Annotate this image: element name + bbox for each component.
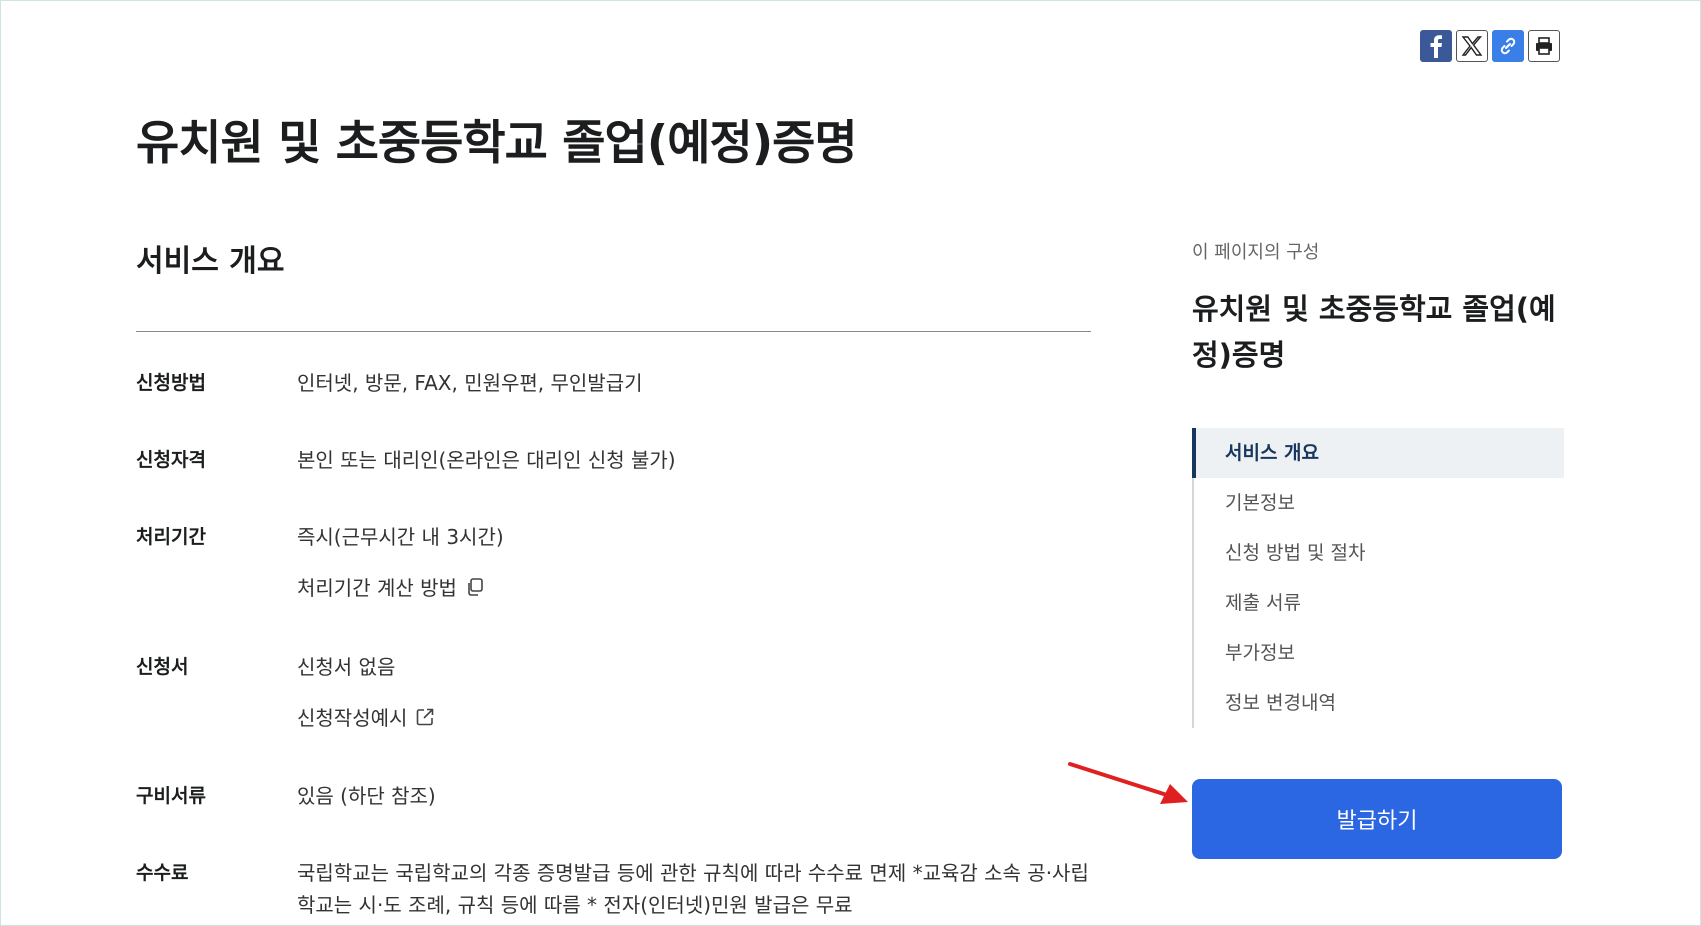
section-title-overview: 서비스 개요 xyxy=(136,244,285,279)
issue-button[interactable]: 발급하기 xyxy=(1192,779,1562,859)
link-icon xyxy=(1500,37,1516,55)
x-share-button[interactable] xyxy=(1456,30,1488,62)
row-label-fee: 수수료 xyxy=(136,862,189,884)
row-label-processing-time: 처리기간 xyxy=(136,526,206,548)
print-icon xyxy=(1536,37,1552,55)
row-value-method: 인터넷, 방문, FAX, 민원우편, 무인발급기 xyxy=(297,371,643,395)
toc-item-change-history[interactable]: 정보 변경내역 xyxy=(1194,678,1564,728)
toc-list: 서비스 개요 기본정보 신청 방법 및 절차 제출 서류 부가정보 정보 변경내… xyxy=(1192,428,1564,728)
toc-item-submission-documents[interactable]: 제출 서류 xyxy=(1194,578,1564,628)
facebook-icon xyxy=(1430,35,1442,58)
row-value-eligibility: 본인 또는 대리인(온라인은 대리인 신청 불가) xyxy=(297,448,676,472)
section-divider xyxy=(136,331,1091,332)
row-value-application-form: 신청서 없음 xyxy=(297,655,396,679)
row-value-documents: 있음 (하단 참조) xyxy=(297,784,436,808)
toc-item-service-overview[interactable]: 서비스 개요 xyxy=(1192,428,1564,478)
popup-icon xyxy=(468,577,483,596)
processing-time-calc-link-label: 처리기간 계산 방법 xyxy=(297,576,457,600)
red-arrow-annotation xyxy=(1068,762,1188,804)
row-label-eligibility: 신청자격 xyxy=(136,449,206,471)
row-value-fee-line2: 학교는 시·도 조례, 규칙 등에 따름 * 전자(인터넷)민원 발급은 무료 xyxy=(297,893,853,917)
share-bar xyxy=(1420,30,1560,62)
application-example-link-label: 신청작성예시 xyxy=(297,706,408,730)
toc-caption: 이 페이지의 구성 xyxy=(1192,242,1320,263)
row-label-method: 신청방법 xyxy=(136,372,206,394)
application-example-link[interactable]: 신청작성예시 xyxy=(297,702,435,731)
row-label-documents: 구비서류 xyxy=(136,785,206,807)
x-icon xyxy=(1461,36,1483,56)
external-link-icon xyxy=(417,708,434,725)
page-title: 유치원 및 초중등학교 졸업(예정)증명 xyxy=(136,116,858,171)
toc-item-basic-info[interactable]: 기본정보 xyxy=(1194,478,1564,528)
toc-title: 유치원 및 초중등학교 졸업(예정)증명 xyxy=(1192,292,1556,372)
row-label-application-form: 신청서 xyxy=(136,656,189,678)
processing-time-calc-link[interactable]: 처리기간 계산 방법 xyxy=(297,572,485,601)
row-value-fee-line1: 국립학교는 국립학교의 각종 증명발급 등에 관한 규칙에 따라 수수료 면제 … xyxy=(297,861,1089,885)
print-button[interactable] xyxy=(1528,30,1560,62)
copy-link-button[interactable] xyxy=(1492,30,1524,62)
facebook-share-button[interactable] xyxy=(1420,30,1452,62)
toc-item-application-procedure[interactable]: 신청 방법 및 절차 xyxy=(1194,528,1564,578)
row-value-processing-time: 즉시(근무시간 내 3시간) xyxy=(297,525,504,549)
toc-item-additional-info[interactable]: 부가정보 xyxy=(1194,628,1564,678)
